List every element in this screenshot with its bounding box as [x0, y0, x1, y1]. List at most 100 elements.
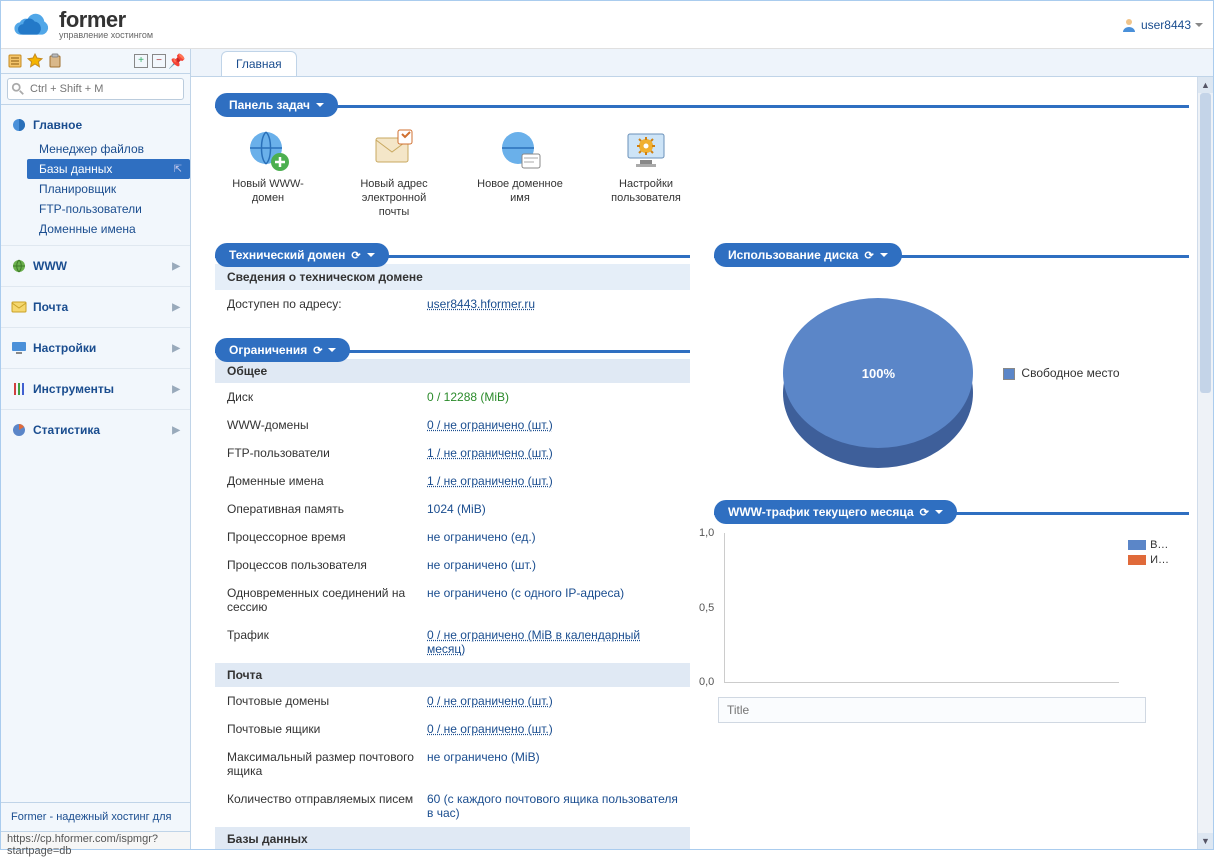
panel-header-diskusage[interactable]: Использование диска ⟳: [714, 243, 902, 267]
search-input[interactable]: [7, 78, 184, 100]
traffic-title-input[interactable]: [718, 697, 1146, 723]
nav-item-scheduler[interactable]: Планировщик: [27, 179, 190, 199]
nav-item-ftpusers[interactable]: FTP-пользователи: [27, 199, 190, 219]
limits-group-mail: Почта: [215, 663, 690, 687]
refresh-icon[interactable]: ⟳: [920, 506, 929, 519]
limit-wwwdom-value[interactable]: 0 / не ограничено (шт.): [427, 418, 553, 432]
nav-section-main-label: Главное: [33, 118, 82, 132]
panel-header-limits[interactable]: Ограничения ⟳: [215, 338, 350, 362]
nav-section-stats[interactable]: Статистика ▶: [1, 416, 190, 444]
scroll-up-button[interactable]: ▲: [1198, 77, 1213, 93]
task-user-settings[interactable]: Настройки пользователя: [601, 126, 691, 219]
caret-down-icon: [328, 348, 336, 352]
limit-procs-label: Процессов пользователя: [227, 558, 427, 572]
disk-usage-percent: 100%: [862, 366, 895, 381]
limit-domnames-value[interactable]: 1 / не ограничено (шт.): [427, 474, 553, 488]
scroll-down-button[interactable]: ▼: [1198, 833, 1213, 849]
nav-section-mail-label: Почта: [33, 300, 68, 314]
chevron-right-icon: ▶: [172, 384, 180, 395]
sidebar-footer-link[interactable]: Former - надежный хостинг для: [1, 802, 190, 831]
limit-ram-value: 1024 (MiB): [427, 502, 678, 516]
limit-traffic-label: Трафик: [227, 628, 427, 656]
disk-usage-legend: Свободное место: [1003, 366, 1119, 380]
nav-section-main[interactable]: Главное: [1, 111, 190, 139]
refresh-icon[interactable]: ⟳: [864, 249, 873, 262]
legend-swatch-free: [1003, 368, 1015, 380]
caret-down-icon: [935, 510, 943, 514]
panel-header-techdomain-label: Технический домен: [229, 248, 345, 262]
limit-ftp-label: FTP-пользователи: [227, 446, 427, 460]
panel-header-techdomain[interactable]: Технический домен ⟳: [215, 243, 389, 267]
nav-item-filemanager[interactable]: Менеджер файлов: [27, 139, 190, 159]
nav-section-mail[interactable]: Почта ▶: [1, 293, 190, 321]
limits-group-db: Базы данных: [215, 827, 690, 849]
traffic-chart-legend: В… И…: [1128, 539, 1169, 569]
nav-item-databases[interactable]: Базы данных ⇱: [27, 159, 190, 179]
task-new-domain[interactable]: Новое доменное имя: [475, 126, 565, 219]
legend-in-label: В…: [1150, 539, 1168, 551]
limit-ftp-value[interactable]: 1 / не ограничено (шт.): [427, 446, 553, 460]
chevron-right-icon: ▶: [172, 343, 180, 354]
limit-mailsize-label: Максимальный размер почтового ящика: [227, 750, 427, 778]
limit-maildom-label: Почтовые домены: [227, 694, 427, 708]
star-icon[interactable]: [27, 53, 43, 69]
monitor-icon: [11, 340, 27, 356]
caret-down-icon: [880, 253, 888, 257]
brand-logo: former управление хостингом: [11, 9, 153, 40]
sidebar-toolbar: + − 📌: [1, 49, 190, 74]
search-icon: [11, 82, 25, 96]
panel-header-traffic[interactable]: WWW-трафик текущего месяца ⟳: [714, 500, 957, 524]
piechart-icon: [11, 422, 27, 438]
techdomain-addr-label: Доступен по адресу:: [227, 297, 427, 311]
chevron-right-icon: ▶: [172, 425, 180, 436]
task-new-www[interactable]: Новый WWW-домен: [223, 126, 313, 219]
task-new-email-label: Новый адрес электронной почты: [349, 178, 439, 219]
scroll-thumb[interactable]: [1200, 93, 1211, 393]
refresh-icon[interactable]: ⟳: [351, 249, 360, 262]
mail-icon: [11, 299, 27, 315]
scrollbar[interactable]: ▲ ▼: [1197, 77, 1213, 849]
brand-subtitle: управление хостингом: [59, 31, 153, 40]
panel-header-limits-label: Ограничения: [229, 343, 307, 357]
clipboard-icon[interactable]: [47, 53, 63, 69]
collapse-tree-button[interactable]: −: [152, 54, 166, 68]
tab-main[interactable]: Главная: [221, 51, 297, 76]
limits-group-common: Общее: [215, 359, 690, 383]
expand-tree-button[interactable]: +: [134, 54, 148, 68]
techdomain-subhead: Сведения о техническом домене: [215, 264, 690, 290]
chart-tick: 1,0: [699, 527, 714, 539]
limit-traffic-value[interactable]: 0 / не ограничено (MiB в календарный мес…: [427, 628, 640, 656]
nav-section-tools[interactable]: Инструменты ▶: [1, 375, 190, 403]
limit-maildom-value[interactable]: 0 / не ограничено (шт.): [427, 694, 553, 708]
caret-down-icon: [367, 253, 375, 257]
user-menu[interactable]: user8443: [1121, 17, 1203, 33]
techdomain-addr-link[interactable]: user8443.hformer.ru: [427, 297, 535, 311]
status-bar: https://cp.hformer.com/ispmgr?startpage=…: [1, 831, 190, 849]
nav-section-www-label: WWW: [33, 259, 67, 273]
panel-header-diskusage-label: Использование диска: [728, 248, 858, 262]
caret-down-icon: [1195, 23, 1203, 27]
refresh-icon[interactable]: ⟳: [313, 344, 322, 357]
limit-mailsize-value: не ограничено (MiB): [427, 750, 678, 778]
limit-procs-value: не ограничено (шт.): [427, 558, 678, 572]
task-new-email[interactable]: Новый адрес электронной почты: [349, 126, 439, 219]
chevron-right-icon: ▶: [172, 302, 180, 313]
panel-header-tasks-label: Панель задач: [229, 98, 310, 112]
limit-mailbox-value[interactable]: 0 / не ограничено (шт.): [427, 722, 553, 736]
nav-item-domainnames[interactable]: Доменные имена: [27, 219, 190, 239]
pin-icon[interactable]: 📌: [170, 54, 184, 68]
limit-disk-value: 0 / 12288 (MiB): [427, 390, 678, 404]
caret-down-icon: [316, 103, 324, 107]
limit-mailsend-value: 60 (с каждого почтового ящика пользовате…: [427, 792, 678, 820]
nav-section-stats-label: Статистика: [33, 423, 100, 437]
limit-cpu-value: не ограничено (ед.): [427, 530, 678, 544]
nav-section-settings[interactable]: Настройки ▶: [1, 334, 190, 362]
nav-section-tools-label: Инструменты: [33, 382, 114, 396]
limit-disk-label: Диск: [227, 390, 427, 404]
nav-section-www[interactable]: WWW ▶: [1, 252, 190, 280]
panel-header-tasks[interactable]: Панель задач: [215, 93, 338, 117]
mail-add-icon: [370, 126, 418, 174]
list-icon[interactable]: [7, 53, 23, 69]
external-link-icon: ⇱: [174, 164, 182, 175]
limit-conns-label: Одновременных соединений на сессию: [227, 586, 427, 614]
